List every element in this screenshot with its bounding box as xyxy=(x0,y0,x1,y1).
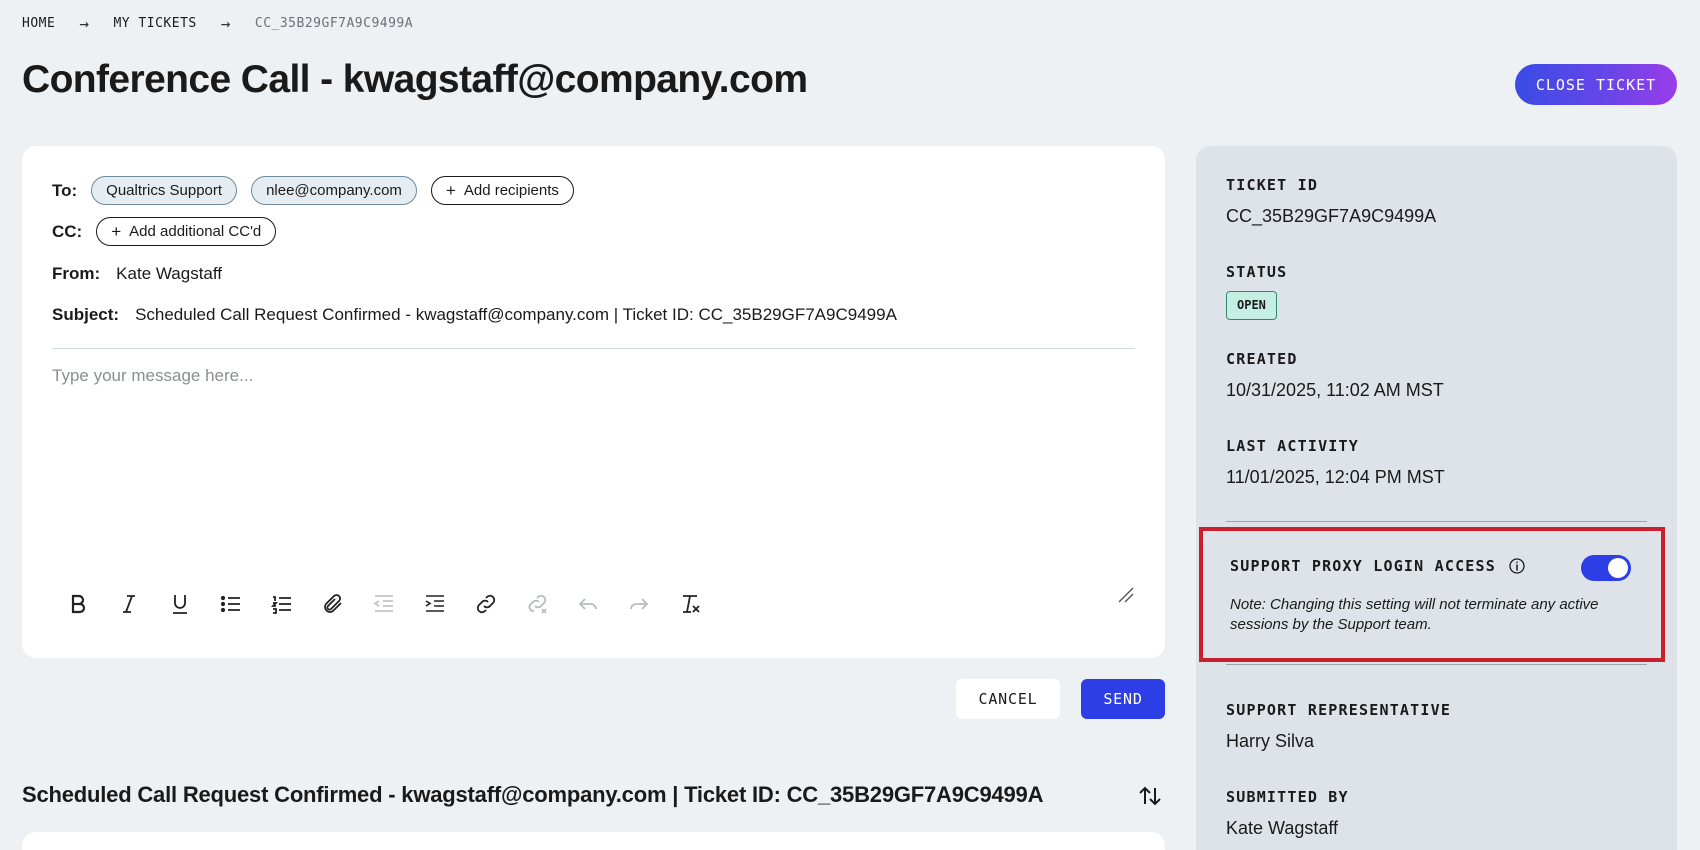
proxy-access-label: SUPPORT PROXY LOGIN ACCESS xyxy=(1230,557,1496,575)
breadcrumb-current: CC_35B29GF7A9C9499A xyxy=(254,16,414,31)
unlink-icon[interactable] xyxy=(521,588,553,620)
outdent-icon[interactable] xyxy=(368,588,400,620)
subject-value: Scheduled Call Request Confirmed - kwags… xyxy=(135,305,897,324)
submitted-by-label: SUBMITTED BY xyxy=(1226,788,1349,806)
subject-row: Subject: Scheduled Call Request Confirme… xyxy=(52,305,897,325)
from-label: From: xyxy=(52,264,101,283)
undo-icon[interactable] xyxy=(572,588,604,620)
cancel-button[interactable]: CANCEL xyxy=(956,679,1060,719)
proxy-label-row: SUPPORT PROXY LOGIN ACCESS xyxy=(1230,557,1526,575)
status-label: STATUS xyxy=(1226,263,1288,281)
reply-composer: To: Qualtrics Support nlee@company.com +… xyxy=(22,146,1165,658)
add-recipients-button[interactable]: + Add recipients xyxy=(430,176,574,205)
from-row: From: Kate Wagstaff xyxy=(52,264,222,284)
proxy-access-note: Note: Changing this setting will not ter… xyxy=(1230,596,1599,633)
bullet-list-icon[interactable] xyxy=(215,588,247,620)
send-button[interactable]: SEND xyxy=(1081,679,1165,719)
attachment-icon[interactable] xyxy=(317,588,349,620)
support-proxy-access-section: SUPPORT PROXY LOGIN ACCESS Note: Changin… xyxy=(1199,527,1665,662)
ticket-id-label: TICKET ID xyxy=(1226,176,1319,194)
info-icon[interactable] xyxy=(1508,557,1526,575)
breadcrumb-my-tickets[interactable]: MY TICKETS xyxy=(113,16,196,31)
toggle-knob xyxy=(1608,558,1628,578)
recipient-chip[interactable]: Qualtrics Support xyxy=(91,176,238,205)
breadcrumb: HOME → MY TICKETS → CC_35B29GF7A9C9499A xyxy=(22,14,413,33)
add-cc-label: Add additional CC'd xyxy=(129,223,262,240)
recipient-chip[interactable]: nlee@company.com xyxy=(251,176,417,205)
numbered-list-icon[interactable] xyxy=(266,588,298,620)
format-toolbar xyxy=(62,588,706,620)
italic-icon[interactable] xyxy=(113,588,145,620)
ticket-id-value: CC_35B29GF7A9C9499A xyxy=(1226,206,1437,226)
last-activity-label: LAST ACTIVITY xyxy=(1226,437,1359,455)
page-title: Conference Call - kwagstaff@company.com xyxy=(22,58,808,101)
side-divider xyxy=(1226,521,1647,522)
created-label: CREATED xyxy=(1226,350,1298,368)
from-value: Kate Wagstaff xyxy=(116,264,223,283)
proxy-access-toggle[interactable] xyxy=(1581,555,1631,581)
composer-divider xyxy=(52,348,1135,349)
submitted-by-field: SUBMITTED BY Kate Wagstaff xyxy=(1226,788,1349,839)
bold-icon[interactable] xyxy=(62,588,94,620)
side-divider xyxy=(1226,664,1647,665)
subject-label: Subject: xyxy=(52,305,120,324)
message-input[interactable] xyxy=(52,366,1135,516)
status-field: STATUS OPEN xyxy=(1226,263,1287,320)
last-activity-value: 11/01/2025, 12:04 PM MST xyxy=(1226,467,1445,487)
ticket-details-panel: TICKET ID CC_35B29GF7A9C9499A STATUS OPE… xyxy=(1196,146,1677,850)
close-ticket-button[interactable]: CLOSE TICKET xyxy=(1515,64,1677,105)
redo-icon[interactable] xyxy=(623,588,655,620)
arrow-right-icon: → xyxy=(79,14,90,33)
created-field: CREATED 10/31/2025, 11:02 AM MST xyxy=(1226,350,1444,401)
clear-format-icon[interactable] xyxy=(674,588,706,620)
to-row: To: Qualtrics Support nlee@company.com +… xyxy=(52,176,574,205)
underline-icon[interactable] xyxy=(164,588,196,620)
arrow-right-icon: → xyxy=(220,14,231,33)
submitted-by-value: Kate Wagstaff xyxy=(1226,818,1339,838)
support-rep-value: Harry Silva xyxy=(1226,731,1315,751)
support-rep-field: SUPPORT REPRESENTATIVE Harry Silva xyxy=(1226,701,1451,752)
cc-label: CC: xyxy=(52,221,83,241)
sort-icon[interactable] xyxy=(1136,782,1164,810)
add-cc-button[interactable]: + Add additional CC'd xyxy=(96,217,277,246)
thread-title: Scheduled Call Request Confirmed - kwags… xyxy=(22,782,1044,807)
ticket-id-field: TICKET ID CC_35B29GF7A9C9499A xyxy=(1226,176,1436,227)
to-label: To: xyxy=(52,180,78,200)
breadcrumb-home[interactable]: HOME xyxy=(22,16,55,31)
link-icon[interactable] xyxy=(470,588,502,620)
last-activity-field: LAST ACTIVITY 11/01/2025, 12:04 PM MST xyxy=(1226,437,1445,488)
plus-icon: + xyxy=(445,181,456,200)
indent-icon[interactable] xyxy=(419,588,451,620)
resize-handle-icon[interactable] xyxy=(1117,586,1135,604)
created-value: 10/31/2025, 11:02 AM MST xyxy=(1226,380,1444,400)
cc-row: CC: + Add additional CC'd xyxy=(52,217,277,246)
status-badge: OPEN xyxy=(1226,291,1277,320)
thread-message-card xyxy=(22,832,1165,850)
support-rep-label: SUPPORT REPRESENTATIVE xyxy=(1226,701,1452,719)
plus-icon: + xyxy=(111,222,122,241)
add-recipients-label: Add recipients xyxy=(463,182,559,199)
